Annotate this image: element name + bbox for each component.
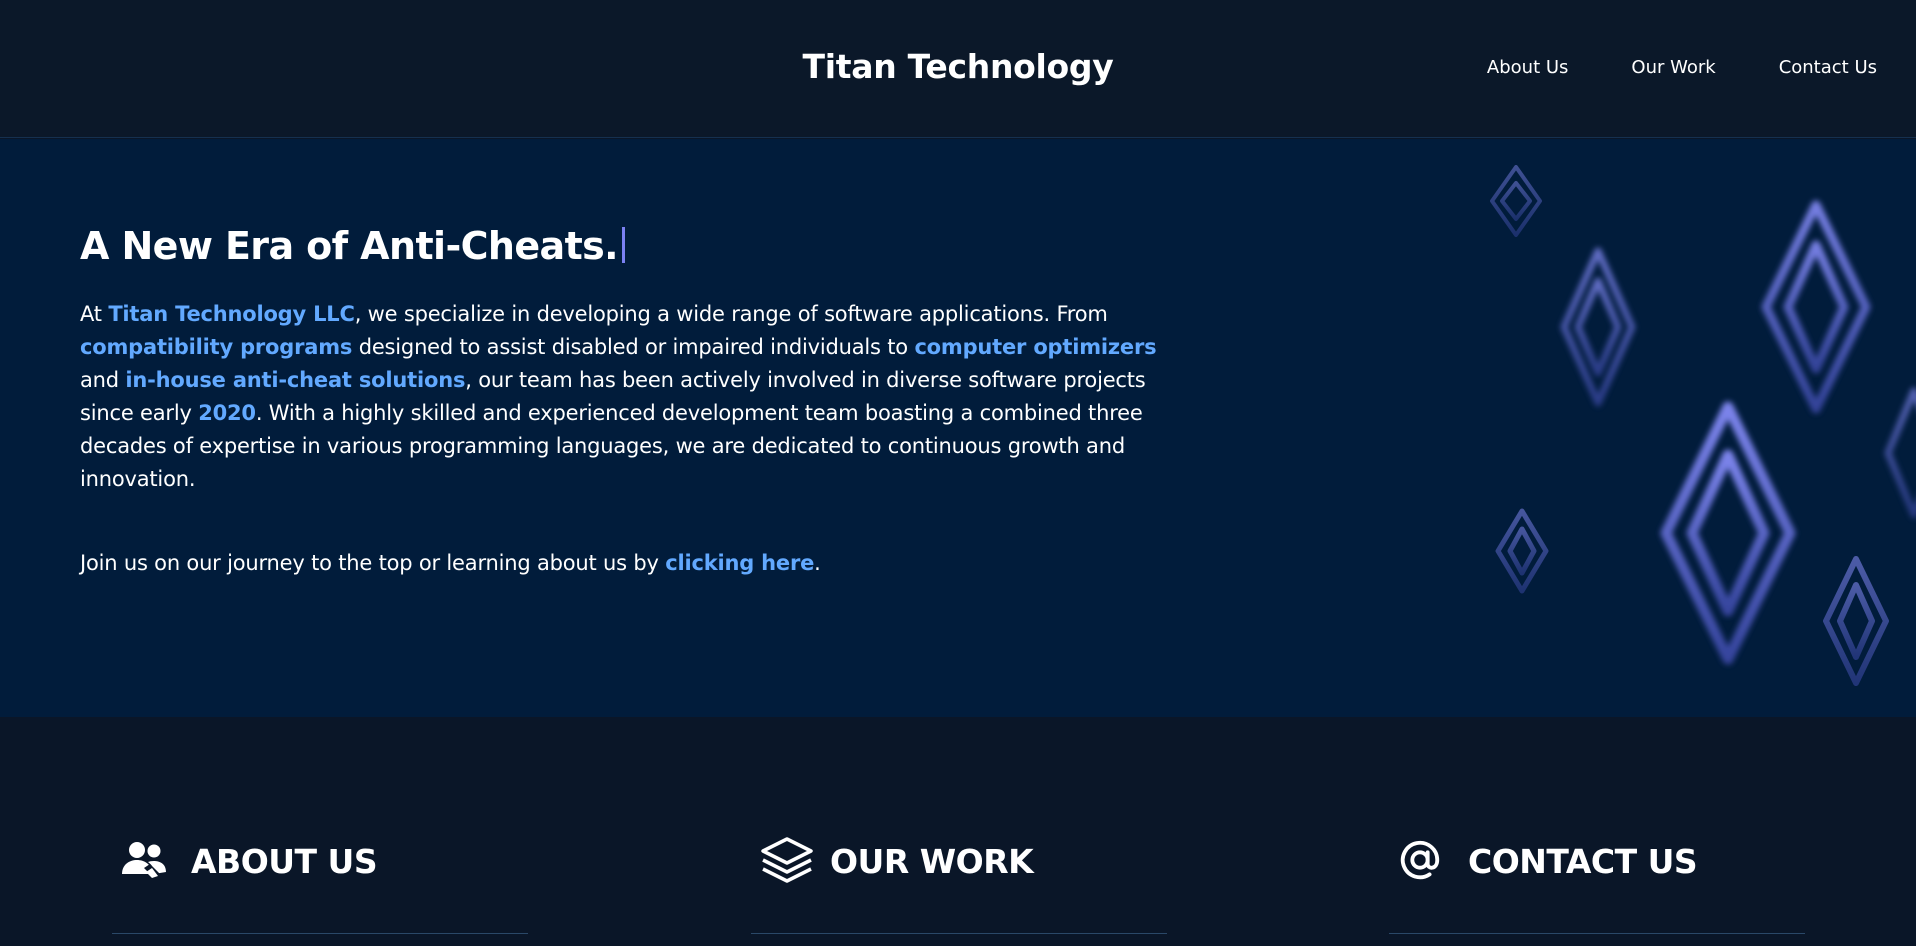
hero-intro: At Titan Technology LLC, we specialize i… (80, 298, 1160, 496)
hero-join: Join us on our journey to the top or lea… (80, 547, 1180, 580)
join-period: . (814, 551, 821, 575)
feature-label-about-us: ABOUT US (191, 842, 378, 881)
features-section: ABOUT US OUR WORK CONTACT US (0, 718, 1916, 946)
highlight-optimizers: computer optimizers (914, 335, 1157, 359)
diamond-logo-decoration (1490, 165, 1916, 686)
intro-text: and (80, 368, 126, 392)
join-text: Join us on our journey to the top or lea… (80, 551, 666, 575)
feature-label-contact-us: CONTACT US (1468, 842, 1698, 881)
feature-about-us[interactable]: ABOUT US (112, 838, 528, 934)
intro-text: At (80, 302, 109, 326)
highlight-compatibility: compatibility programs (80, 335, 353, 359)
site-header: Titan Technology About Us Our Work Conta… (0, 0, 1916, 138)
highlight-anticheat: in-house anti-cheat solutions (125, 368, 466, 392)
company-name: Titan Technology LLC (108, 302, 355, 326)
feature-label-our-work: OUR WORK (830, 842, 1034, 881)
clicking-here-link[interactable]: clicking here (665, 551, 814, 575)
layers-icon (761, 837, 813, 883)
nav-contact-us[interactable]: Contact Us (1779, 57, 1877, 78)
at-sign-icon (1400, 840, 1440, 880)
main-nav: About Us Our Work Contact Us (1487, 57, 1877, 78)
typing-cursor (622, 227, 625, 263)
hero-title-text: A New Era of Anti-Cheats. (80, 224, 619, 268)
feature-our-work[interactable]: OUR WORK (751, 837, 1167, 934)
hero-title: A New Era of Anti-Cheats. (80, 224, 625, 268)
nav-our-work[interactable]: Our Work (1631, 57, 1715, 78)
nav-about-us[interactable]: About Us (1487, 57, 1569, 78)
intro-text: designed to assist disabled or impaired … (352, 335, 915, 359)
highlight-year: 2020 (198, 401, 256, 425)
intro-text: , we specialize in developing a wide ran… (354, 302, 1108, 326)
hero-section: A New Era of Anti-Cheats. At Titan Techn… (0, 139, 1916, 717)
users-icon (122, 842, 166, 878)
feature-contact-us[interactable]: CONTACT US (1389, 838, 1805, 934)
